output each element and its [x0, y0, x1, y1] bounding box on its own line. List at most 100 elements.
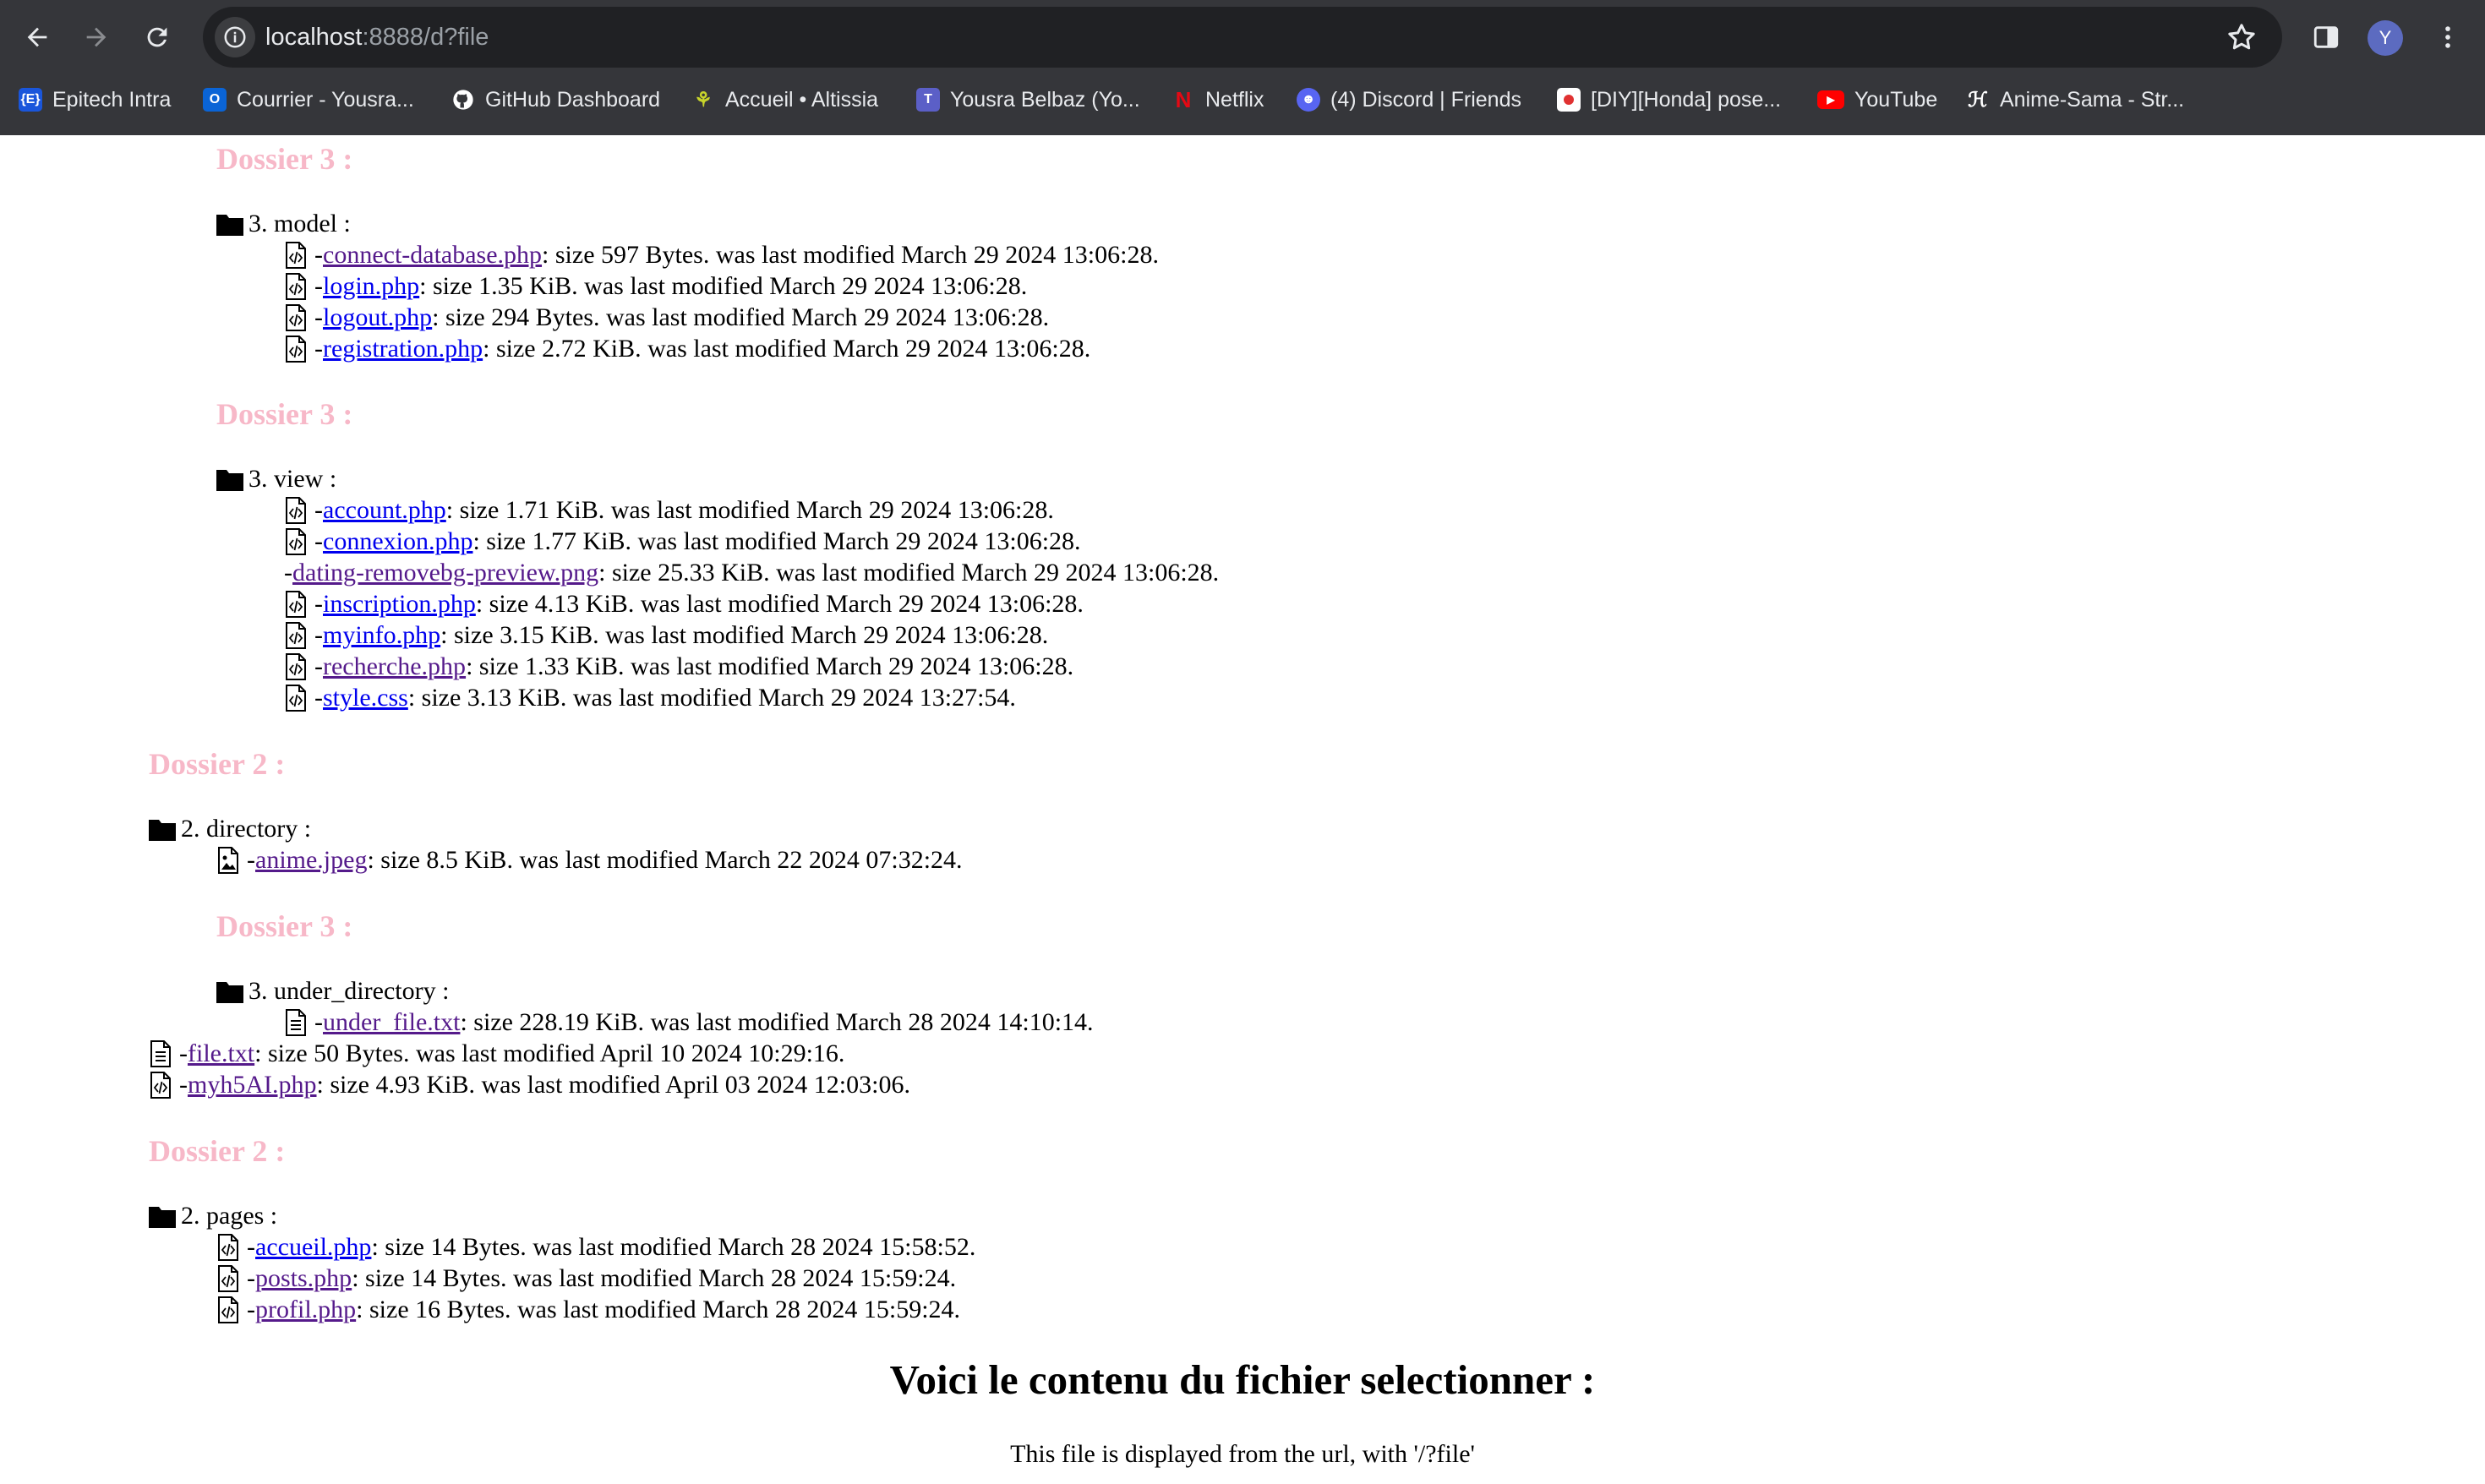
bookmark-outlook[interactable]: O Courrier - Yousra... [203, 78, 414, 122]
code-file-icon [284, 652, 308, 681]
file-info: : size 4.93 KiB. was last modified April… [316, 1071, 910, 1099]
dash: - [314, 496, 323, 524]
file-entry: - posts.php : size 14 Bytes. was last mo… [216, 1263, 956, 1294]
profile-avatar[interactable]: Y [2368, 20, 2403, 56]
file-link[interactable]: style.css [323, 682, 408, 713]
url-host: localhost [265, 24, 363, 51]
dash: - [314, 684, 323, 712]
file-info: : size 1.35 KiB. was last modified March… [419, 272, 1028, 300]
file-info: : size 3.13 KiB. was last modified March… [407, 684, 1016, 712]
bookmark-netflix[interactable]: N Netflix [1172, 78, 1264, 122]
url-text[interactable]: localhost:8888/d?file [265, 7, 489, 68]
file-content-heading: Voici le contenu du fichier selectionner… [889, 1356, 1596, 1403]
github-icon [451, 88, 475, 112]
file-info: : size 25.33 KiB. was last modified Marc… [598, 559, 1220, 587]
forward-arrow-icon [86, 27, 106, 47]
file-info: : size 4.13 KiB. was last modified March… [475, 590, 1084, 618]
file-entry: - myh5AI.php : size 4.93 KiB. was last m… [149, 1069, 910, 1100]
file-link[interactable]: accueil.php [255, 1231, 371, 1263]
dossier-heading: Dossier 2 : [149, 747, 286, 781]
browser-chrome: localhost:8888/d?file Y {E} Epitech Intr… [0, 0, 2485, 135]
file-link[interactable]: profil.php [255, 1294, 356, 1325]
dash: - [314, 272, 323, 300]
file-entry: - under_file.txt : size 228.19 KiB. was … [284, 1007, 1094, 1038]
folder-name: 2. directory : [181, 815, 312, 843]
bookmark-label: Epitech Intra [52, 87, 172, 112]
file-link[interactable]: logout.php [323, 302, 432, 333]
file-info: : size 16 Bytes. was last modified March… [356, 1296, 961, 1323]
file-entry: - login.php : size 1.35 KiB. was last mo… [284, 270, 1027, 302]
file-entry: - account.php : size 1.71 KiB. was last … [284, 494, 1054, 526]
code-file-icon [284, 241, 308, 270]
bookmark-label: [DIY][Honda] pose... [1591, 87, 1782, 112]
file-entry: - logout.php : size 294 Bytes. was last … [284, 302, 1049, 333]
code-file-icon [284, 684, 308, 712]
youtube-icon: ▶ [1817, 90, 1844, 109]
file-link[interactable]: recherche.php [323, 651, 466, 682]
reload-button[interactable] [132, 12, 183, 63]
bookmarks-bar: {E} Epitech Intra O Courrier - Yousra...… [0, 78, 2485, 122]
bookmark-altissia[interactable]: ⚘ Accueil • Altissia [691, 78, 878, 122]
folder-name: 3. view : [248, 465, 337, 493]
file-link[interactable]: dating-removebg-preview.png [292, 557, 598, 588]
file-link[interactable]: anime.jpeg [255, 844, 367, 876]
file-link[interactable]: connect-database.php [323, 239, 542, 270]
bookmark-epitech[interactable]: {E} Epitech Intra [19, 78, 171, 122]
file-info: : size 1.33 KiB. was last modified March… [466, 652, 1074, 680]
text-file-icon [284, 1008, 308, 1037]
dash: - [179, 1039, 188, 1067]
code-file-icon [284, 496, 308, 525]
file-info: : size 14 Bytes. was last modified March… [352, 1264, 957, 1292]
bookmark-honda[interactable]: [DIY][Honda] pose... [1557, 78, 1781, 122]
file-link[interactable]: registration.php [323, 333, 483, 364]
file-link[interactable]: inscription.php [323, 588, 476, 619]
folder-icon [216, 467, 243, 491]
text-file-icon [149, 1039, 172, 1068]
file-link[interactable]: under_file.txt [323, 1007, 460, 1038]
site-info-icon[interactable] [215, 17, 255, 57]
file-entry: - style.css : size 3.13 KiB. was last mo… [284, 682, 1016, 713]
dossier-heading: Dossier 3 : [216, 909, 353, 943]
file-info: : size 597 Bytes. was last modified Marc… [542, 241, 1159, 269]
forward-button[interactable] [71, 12, 122, 63]
image-file-icon [216, 846, 240, 875]
bookmark-label: GitHub Dashboard [485, 87, 661, 112]
bookmark-github[interactable]: GitHub Dashboard [451, 78, 660, 122]
bookmark-teams[interactable]: T Yousra Belbaz (Yo... [916, 78, 1140, 122]
file-link[interactable]: account.php [323, 494, 446, 526]
folder-icon [149, 1204, 176, 1228]
bookmark-label: Yousra Belbaz (Yo... [950, 87, 1140, 112]
dash: - [314, 621, 323, 649]
file-link[interactable]: login.php [323, 270, 419, 302]
file-link[interactable]: myh5AI.php [188, 1069, 317, 1100]
anime-sama-icon: ℋ [1968, 88, 1988, 112]
code-file-icon [284, 272, 308, 301]
file-link[interactable]: connexion.php [323, 526, 472, 557]
teams-icon: T [916, 88, 940, 112]
file-link[interactable]: file.txt [188, 1038, 254, 1069]
bookmark-star-icon[interactable] [2225, 20, 2258, 54]
file-info: : size 2.72 KiB. was last modified March… [483, 335, 1091, 363]
dash: - [314, 241, 323, 269]
menu-kebab-icon[interactable] [2428, 17, 2468, 57]
file-link[interactable]: myinfo.php [323, 619, 440, 651]
file-content-text: This file is displayed from the url, wit… [1010, 1440, 1475, 1468]
bookmark-discord[interactable]: ☻ (4) Discord | Friends [1297, 78, 1521, 122]
folder-entry-directory: 2. directory : [149, 813, 311, 844]
file-entry: - profil.php : size 16 Bytes. was last m… [216, 1294, 960, 1325]
dossier-heading: Dossier 3 : [216, 397, 353, 431]
folder-entry-under-directory: 3. under_directory : [216, 975, 449, 1007]
bookmark-anime-sama[interactable]: ℋ Anime-Sama - Str... [1966, 78, 2184, 122]
back-button[interactable] [12, 12, 63, 63]
url-path: :8888/d?file [362, 24, 489, 51]
folder-name: 3. model : [248, 210, 351, 237]
dossier-heading: Dossier 2 : [149, 1134, 286, 1168]
file-entry: - recherche.php : size 1.33 KiB. was las… [284, 651, 1073, 682]
code-file-icon [149, 1071, 172, 1099]
bookmark-youtube[interactable]: ▶ YouTube [1817, 78, 1937, 122]
side-panel-icon[interactable] [2306, 17, 2346, 57]
netflix-icon: N [1175, 86, 1192, 112]
address-bar[interactable]: localhost:8888/d?file [203, 7, 2282, 68]
file-link[interactable]: posts.php [255, 1263, 352, 1294]
dash: - [284, 559, 292, 587]
